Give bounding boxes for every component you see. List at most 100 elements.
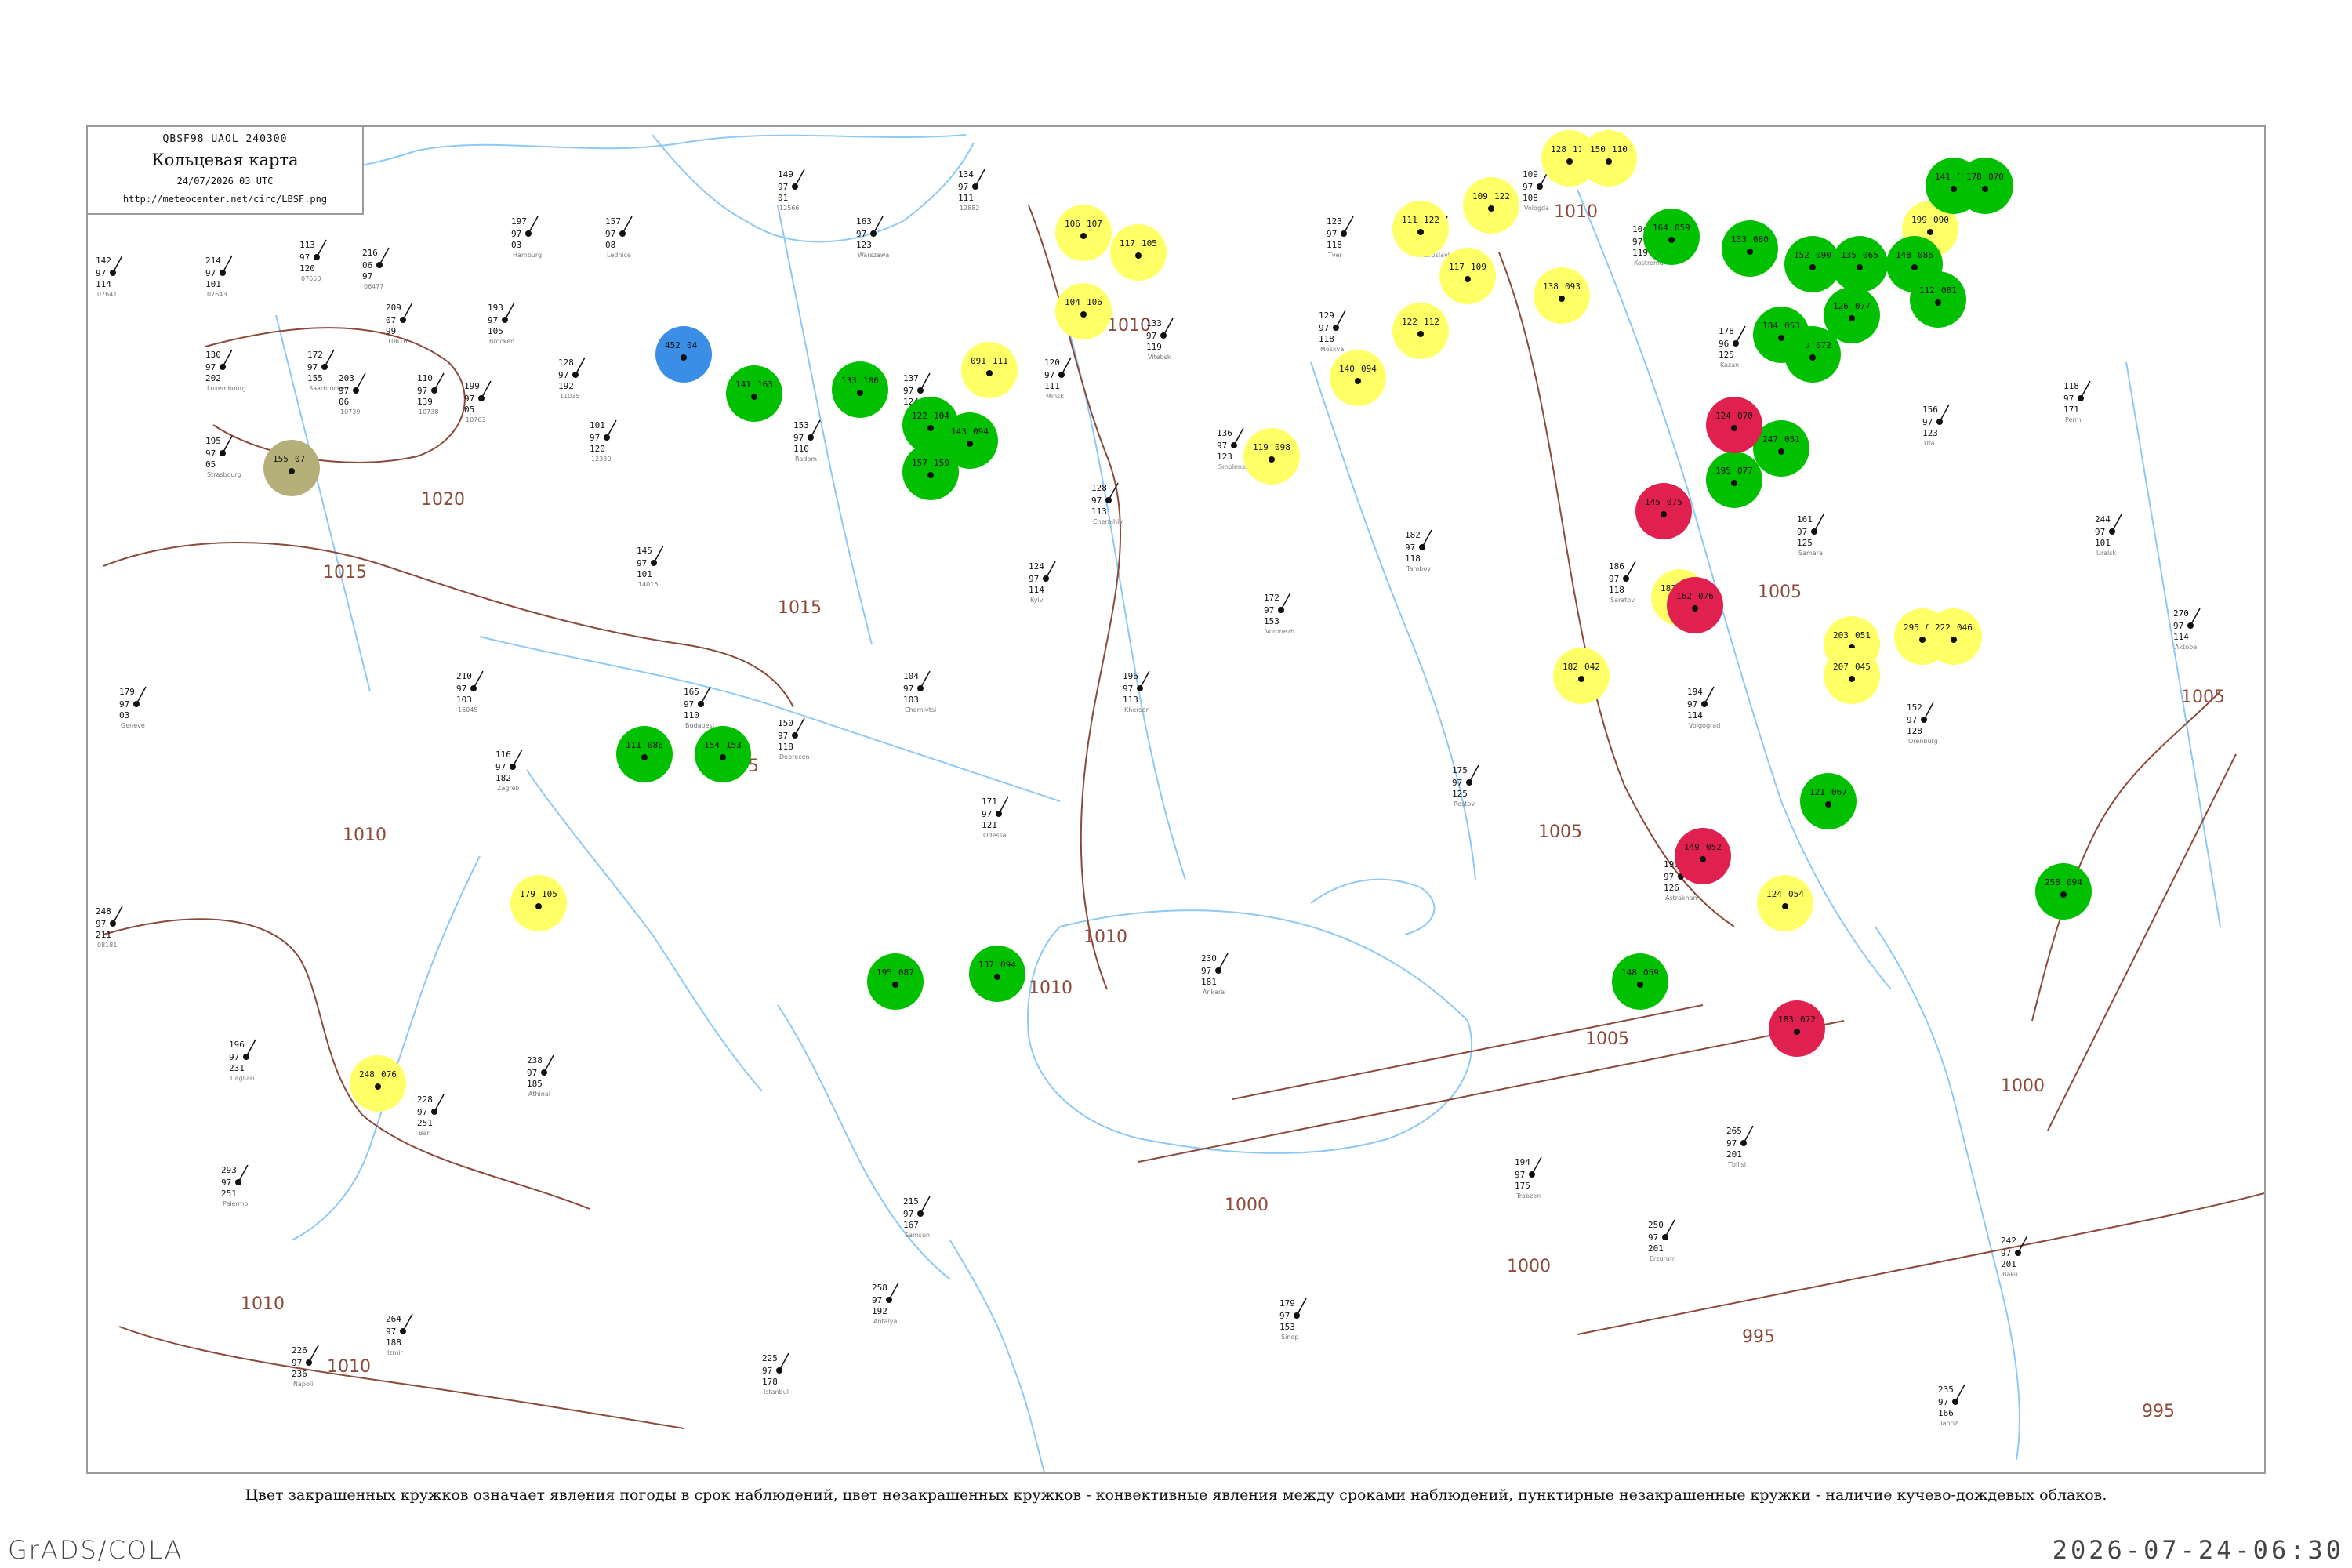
isobar-1000-east <box>2047 753 2237 1131</box>
weather-marker-rain: 141 163 <box>726 365 782 422</box>
station-value-t: 97 <box>205 448 216 459</box>
station-value-d: 128 <box>1907 726 1922 736</box>
wind-barb <box>528 216 539 234</box>
station-value-d: 231 <box>229 1063 245 1073</box>
marker-value-p: 248 <box>359 1069 375 1080</box>
station-value-d: 251 <box>221 1189 237 1199</box>
station-value-t: 97 <box>339 386 349 396</box>
station-value-t: 97 <box>1264 605 1274 615</box>
station-value-d: 118 <box>1327 240 1342 250</box>
station-name: Uralsk <box>2096 550 2116 557</box>
station-plot: 238 97185 Athinai <box>527 1054 554 1098</box>
station-value-t: 97 <box>307 362 318 372</box>
station-dot <box>720 754 726 760</box>
station-value-d: 99 <box>386 326 396 336</box>
station-value-t: 97 <box>1091 495 1102 506</box>
station-plot: 163 97123 Warszawa <box>856 216 889 259</box>
station-dot <box>641 754 648 760</box>
synoptic-map: 1020 1015 1015 1010 1010 1010 1010 1010 … <box>96 130 2264 1472</box>
source-url[interactable]: http://meteocenter.net/circ/LBSF.png <box>88 194 362 205</box>
station-value-d: 126 <box>1664 883 1679 893</box>
weather-marker-rain: 184 053 <box>1753 307 1809 363</box>
marker-value-t: 080 <box>1753 234 1769 245</box>
station-value-p: 133 <box>1146 318 1162 328</box>
station-plot: 120 97111 Minsk <box>1044 357 1072 400</box>
station-plot: 118 97171Perm <box>2063 380 2091 423</box>
weather-marker-fog: 248 076 <box>350 1055 406 1112</box>
station-value-p: 130 <box>205 350 221 360</box>
marker-value-p: 091 <box>971 356 986 366</box>
station-value-t: 97 <box>527 1068 537 1078</box>
station-value-t: 97 <box>456 684 466 694</box>
station-value-p: 196 <box>1123 671 1138 681</box>
wind-barb <box>622 216 633 234</box>
station-value-d: 113 <box>1123 695 1138 705</box>
station-name: Volgograd <box>1689 722 1720 729</box>
marker-value-p: 104 <box>1065 297 1080 307</box>
marker-value-t: 094 <box>2067 877 2082 887</box>
station-name: 10738 <box>419 408 438 416</box>
isobar-labels: 1020 1015 1015 1010 1010 1010 1010 1010 … <box>241 202 2225 1421</box>
marker-value-t: 163 <box>757 379 773 390</box>
station-plot: 145 97101 14015 <box>637 545 664 588</box>
vistula-river <box>777 205 873 645</box>
station-name: Orenburg <box>1908 738 1938 745</box>
station-dot <box>1849 676 1855 682</box>
station-dot <box>1951 637 1957 643</box>
marker-value-t: 077 <box>1855 301 1871 311</box>
isobar-label: 1000 <box>1225 1196 1269 1215</box>
isobar-label: 1010 <box>1107 316 1151 336</box>
weather-marker-fog: 117 105 <box>1110 224 1167 281</box>
marker-value-t: 046 <box>1957 622 1973 633</box>
station-plot: 172 97153 Voronezh <box>1264 592 1294 635</box>
wind-barb <box>481 380 492 399</box>
station-value-t: 97 <box>1938 1397 1948 1407</box>
station-value-p: 120 <box>1044 358 1060 368</box>
station-name: Kyiv <box>1030 597 1044 604</box>
isobar-995 <box>1577 1192 2264 1335</box>
station-value-t: 97 <box>229 1052 239 1062</box>
station-value-p: 258 <box>872 1283 887 1293</box>
wind-barb <box>379 247 390 266</box>
station-value-p: 153 <box>793 420 809 430</box>
station-plot: 197 9703 Hamburg <box>511 216 542 259</box>
station-value-t: 97 <box>1726 1138 1737 1149</box>
station-value-p: 270 <box>2173 608 2189 619</box>
station-dot <box>1135 252 1142 259</box>
station-value-p: 203 <box>339 373 354 383</box>
weather-marker-rain: 133 080 <box>1722 220 1778 277</box>
station-value-p: 150 <box>778 718 793 728</box>
marker-value-t: 098 <box>1275 442 1290 452</box>
marker-value-p: 152 <box>1794 250 1809 260</box>
wind-barb <box>324 349 335 368</box>
isobar-label: 1005 <box>1538 822 1582 842</box>
marker-value-p: 133 <box>841 376 857 386</box>
station-value-p: 250 <box>1648 1220 1664 1230</box>
marker-value-p: 119 <box>1253 442 1269 452</box>
station-name: Chernihiv <box>1093 518 1123 525</box>
marker-value-t: 072 <box>1800 1014 1816 1025</box>
station-plot: 130 97202 Luxembourg <box>205 349 246 392</box>
station-value-t: 97 <box>495 762 506 772</box>
isobar-1010-west <box>103 918 590 1210</box>
marker-value-t: 087 <box>898 967 914 978</box>
marker-value-t: 094 <box>1361 364 1377 374</box>
isobar-label: 1010 <box>327 1357 371 1377</box>
station-value-d: 119 <box>1146 342 1162 352</box>
wind-barb <box>794 717 805 736</box>
wind-barb <box>222 255 233 274</box>
station-value-d: 123 <box>1217 452 1232 462</box>
station-plots: 1429711407641214971010764311397120076502… <box>96 169 2201 1427</box>
station-value-t: 97 <box>1664 872 1674 882</box>
wind-barb <box>920 1196 931 1214</box>
station-dot <box>1927 229 1933 235</box>
station-name: Palermo <box>223 1200 248 1207</box>
station-plot: 152 97128 Orenburg <box>1907 702 1938 745</box>
station-value-t: 97 <box>958 182 968 192</box>
italy-coast <box>291 855 481 1241</box>
station-value-t: 97 <box>2173 621 2183 631</box>
weather-marker-thunder: 145 075 <box>1635 483 1692 539</box>
station-value-p: 136 <box>1217 428 1232 438</box>
station-value-d: 114 <box>1029 585 1044 595</box>
rhine-river <box>275 314 371 692</box>
